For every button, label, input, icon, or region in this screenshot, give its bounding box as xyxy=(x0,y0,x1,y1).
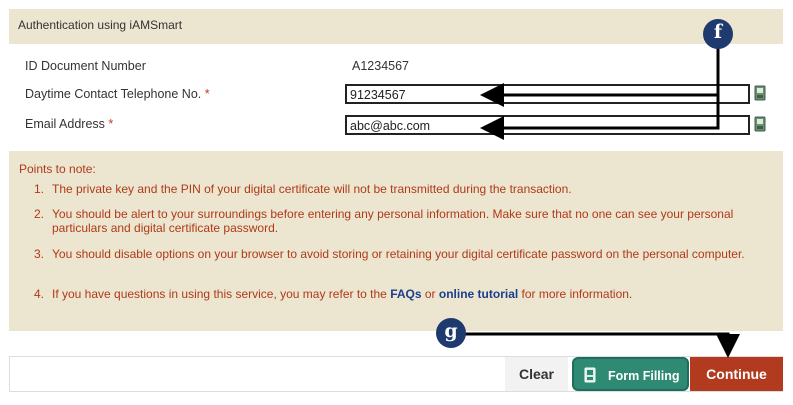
annotation-badge-f: f xyxy=(703,19,733,49)
annotation-badge-g: g xyxy=(436,318,466,348)
arrow-to-continue xyxy=(462,332,740,358)
arrow-to-email xyxy=(480,95,720,140)
arrow-to-phone xyxy=(480,48,720,107)
annotation-arrows xyxy=(462,48,740,358)
